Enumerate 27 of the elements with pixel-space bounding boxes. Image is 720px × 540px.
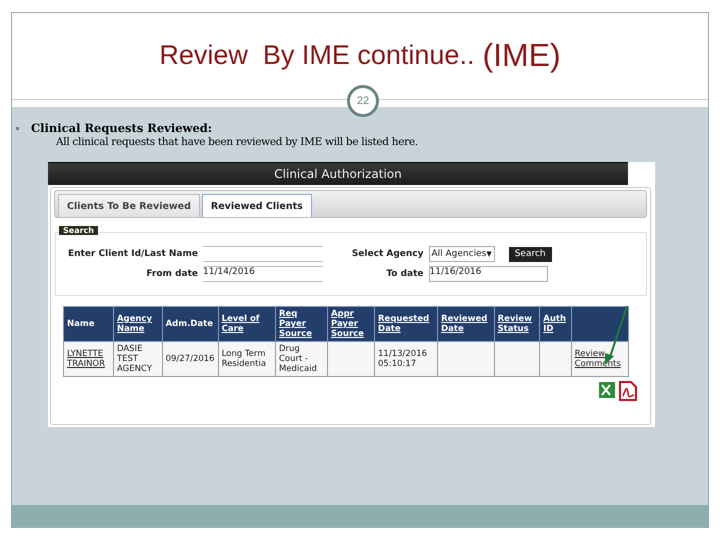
table-cell-text: Long Term Residentia bbox=[222, 349, 268, 369]
column-header: Name bbox=[67, 319, 94, 329]
tab[interactable]: Clients To Be Reviewed bbox=[58, 194, 200, 217]
pdf-icon[interactable] bbox=[619, 381, 637, 401]
table-cell-text: DASIE TEST AGENCY bbox=[116, 344, 153, 374]
bullet-icon bbox=[16, 126, 19, 130]
input-field[interactable] bbox=[203, 246, 323, 262]
search-legend: Search bbox=[59, 226, 98, 235]
date-field[interactable]: 11/14/2016 bbox=[203, 266, 323, 282]
slide-title-suffix: (IME) bbox=[482, 36, 561, 74]
field-label: Enter Client Id/Last Name bbox=[66, 249, 198, 259]
date-field[interactable]: 11/16/2016 bbox=[428, 266, 548, 282]
tab[interactable]: Reviewed Clients bbox=[202, 194, 312, 217]
bullet-heading: Clinical Requests Reviewed: bbox=[31, 121, 212, 135]
column-header: Adm.Date bbox=[166, 319, 213, 329]
search-button[interactable]: Search bbox=[508, 246, 552, 262]
table-cell-text: 11/13/2016 05:10:17 bbox=[378, 349, 428, 369]
table-cell: 09/27/2016 bbox=[166, 354, 215, 364]
spreadsheet-icon[interactable] bbox=[598, 381, 616, 399]
table-cell-text: Drug Court - Medicaid bbox=[278, 344, 318, 374]
panel-header: Clinical Authorization bbox=[48, 162, 628, 185]
page-number: 22 bbox=[347, 85, 379, 117]
field-label: To date bbox=[385, 269, 424, 279]
field-label: Select Agency bbox=[350, 249, 424, 259]
bullet-text: All clinical requests that have been reviewed by IME will be listed here. bbox=[56, 136, 418, 148]
slide-title: Review By IME continue.. bbox=[159, 40, 474, 70]
field-label: From date bbox=[145, 269, 198, 279]
